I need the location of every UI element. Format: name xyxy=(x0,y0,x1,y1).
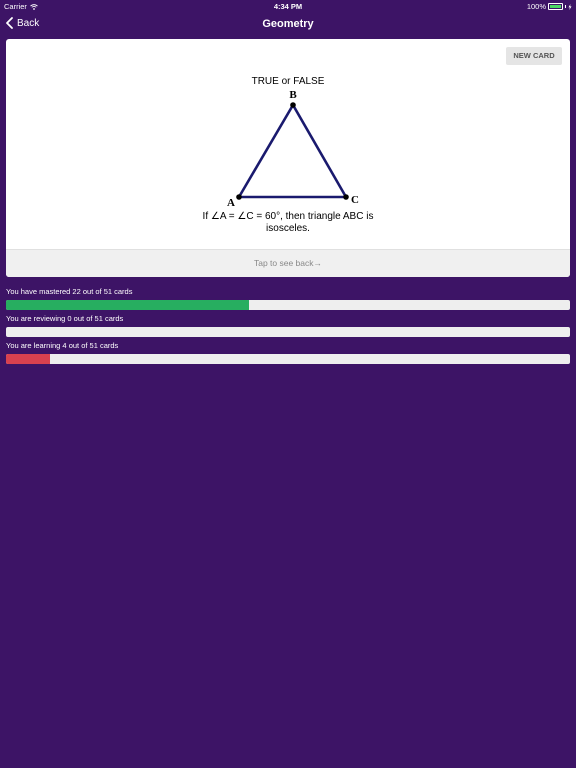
reviewing-progress: You are reviewing 0 out of 51 cards xyxy=(6,314,570,337)
battery-percent: 100% xyxy=(526,2,546,11)
status-time: 4:34 PM xyxy=(273,2,303,11)
mastered-progress: You have mastered 22 out of 51 cards xyxy=(6,287,570,310)
card-question: TRUE or FALSE xyxy=(251,76,325,87)
card-caption: If ∠A = ∠C = 60°, then triangle ABC is i… xyxy=(188,211,388,235)
learning-label: You are learning 4 out of 51 cards xyxy=(6,341,119,350)
navigation-bar: Back Geometry xyxy=(0,12,576,38)
vertex-a-label: A xyxy=(227,197,235,209)
battery-icon xyxy=(548,3,563,10)
vertex-a-point xyxy=(236,194,242,200)
vertex-c-point xyxy=(343,194,349,200)
learning-track xyxy=(6,354,570,364)
flashcard[interactable]: NEW CARD TRUE or FALSE B A C If ∠A = ∠C … xyxy=(6,39,570,277)
learning-fill xyxy=(6,354,51,364)
page-title: Geometry xyxy=(262,18,314,30)
mastered-label: You have mastered 22 out of 51 cards xyxy=(6,287,133,296)
charging-bolt-icon xyxy=(568,3,572,10)
reviewing-track xyxy=(6,327,570,337)
mastered-fill xyxy=(6,300,250,310)
status-bar: Carrier 4:34 PM 100% xyxy=(0,0,576,12)
triangle-diagram: B A C xyxy=(227,89,359,209)
card-caption-line2: isosceles. xyxy=(266,223,310,234)
card-caption-line1: If ∠A = ∠C = 60°, then triangle ABC is xyxy=(202,211,374,222)
status-right: 100% xyxy=(527,2,572,11)
triangle-shape xyxy=(237,103,348,199)
flip-card-button[interactable]: Tap to see back→ xyxy=(6,249,570,277)
mastered-track xyxy=(6,300,570,310)
vertex-b-point xyxy=(290,102,296,108)
learning-progress: You are learning 4 out of 51 cards xyxy=(6,341,570,364)
vertex-b-label: B xyxy=(289,89,297,101)
reviewing-label: You are reviewing 0 out of 51 cards xyxy=(6,314,124,323)
vertex-c-label: C xyxy=(351,194,359,206)
new-card-button[interactable]: NEW CARD xyxy=(506,47,562,65)
battery-tip xyxy=(565,5,566,8)
